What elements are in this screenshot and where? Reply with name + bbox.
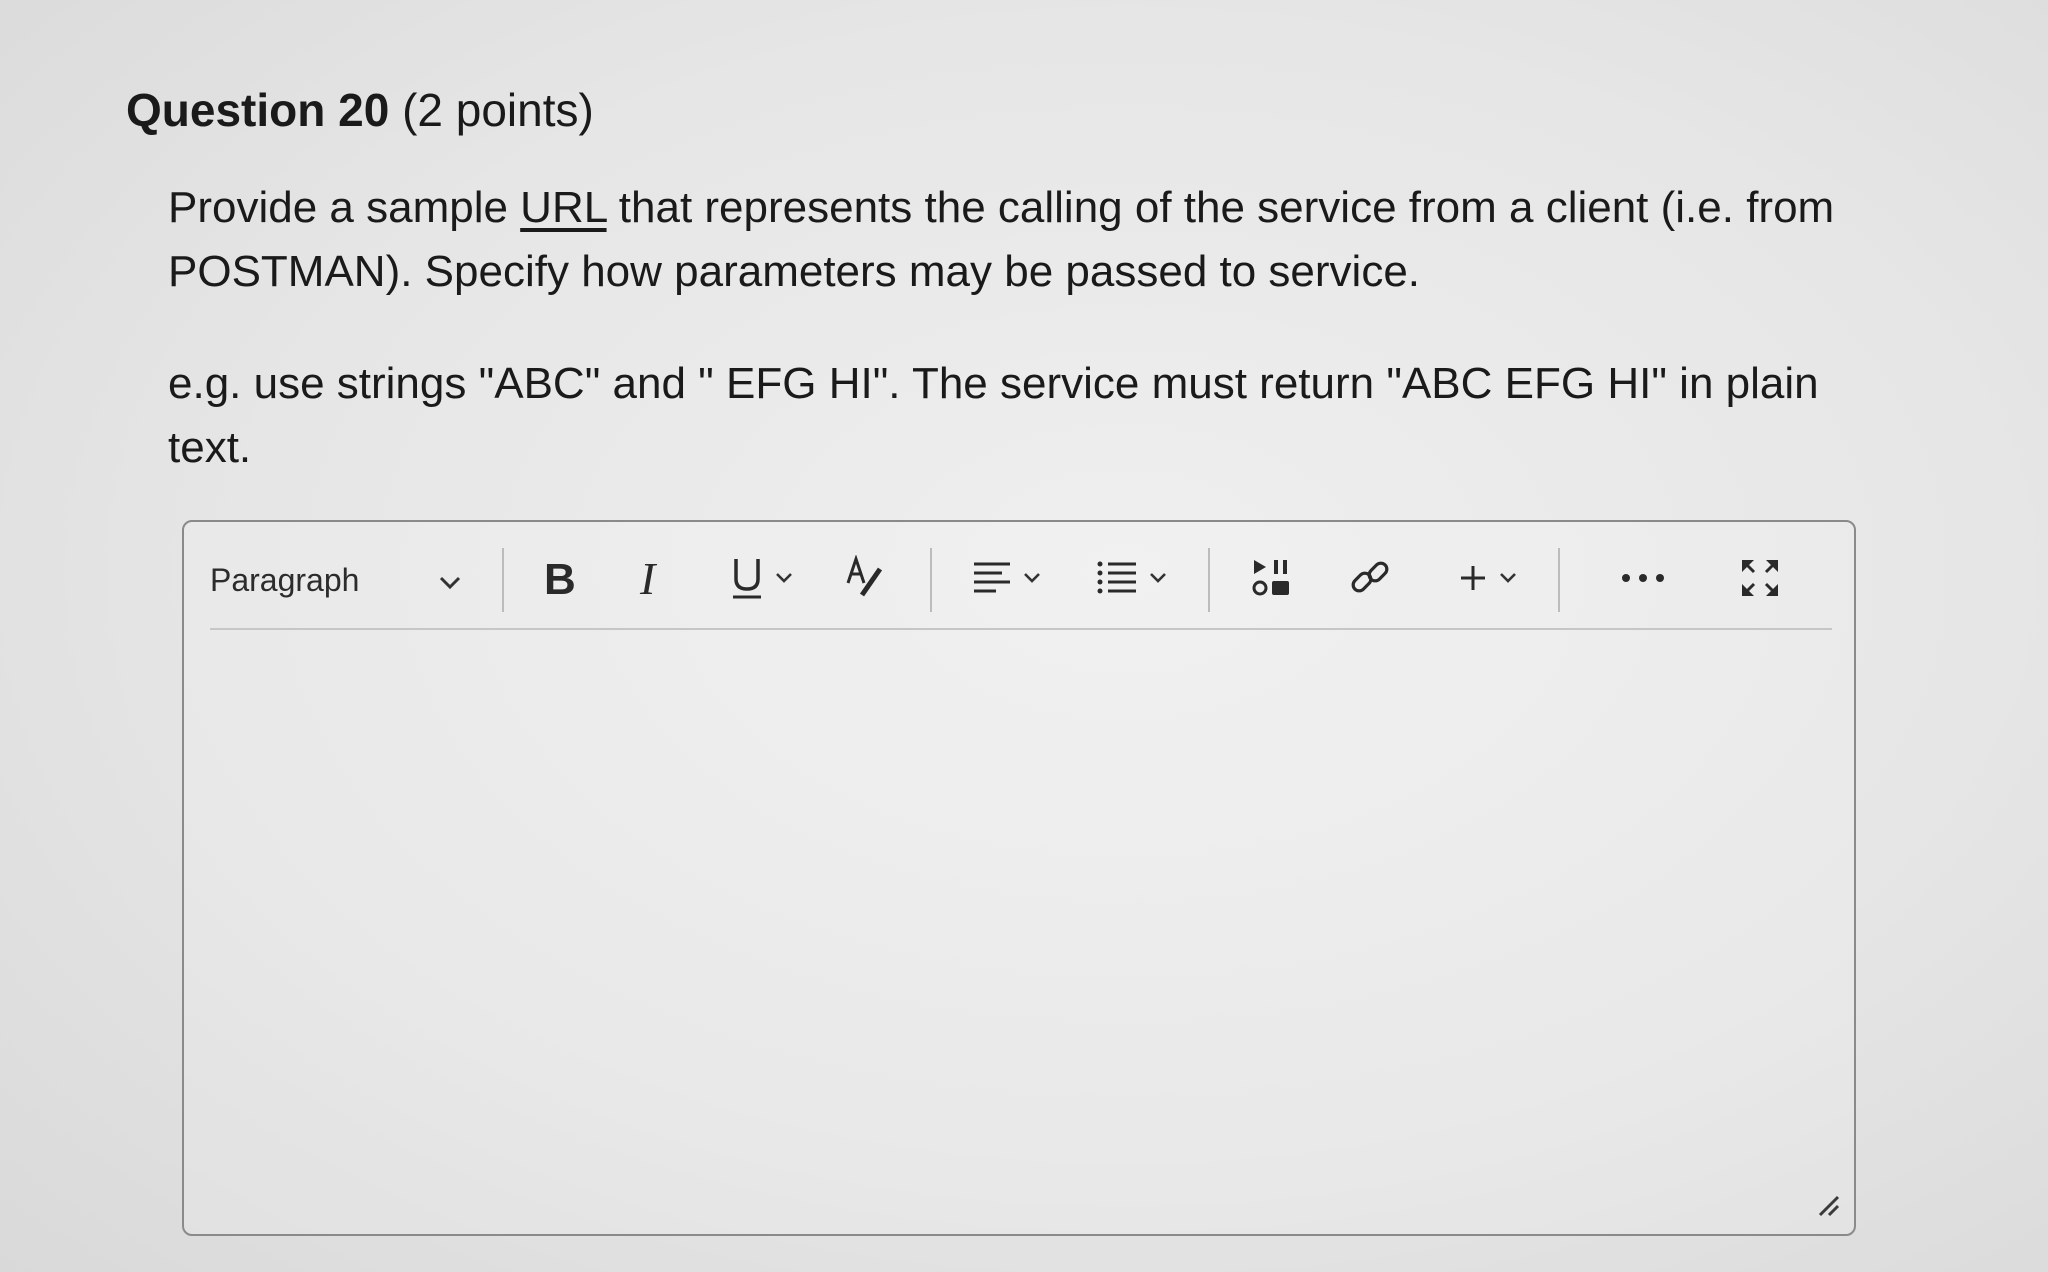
underline-button[interactable]: [730, 550, 794, 610]
list-button[interactable]: [1096, 550, 1168, 610]
insert-more-button[interactable]: [1458, 550, 1518, 610]
toolbar-divider: [930, 548, 932, 612]
align-button[interactable]: [972, 550, 1042, 610]
bold-button[interactable]: B: [540, 550, 580, 610]
question-prompt: Provide a sample URL that represents the…: [168, 176, 1908, 480]
question-points: (2 points): [389, 84, 594, 136]
rich-text-editor: Paragraph B I: [182, 520, 1856, 1236]
italic-button[interactable]: I: [634, 550, 670, 610]
link-icon: [1348, 556, 1392, 605]
chevron-down-icon: [1148, 571, 1168, 590]
chevron-down-icon: [438, 562, 462, 599]
question-number: Question 20: [126, 84, 390, 136]
prompt-paragraph-1: Provide a sample URL that represents the…: [168, 176, 1908, 304]
prompt-paragraph-2: e.g. use strings "ABC" and " EFG HI". Th…: [168, 359, 1819, 472]
editor-toolbar: Paragraph B I: [210, 532, 1832, 630]
prompt-text: Provide a sample: [168, 183, 521, 232]
url-link[interactable]: URL: [520, 183, 606, 232]
chevron-down-icon: [774, 571, 794, 590]
question-title: Question 20 (2 points): [126, 82, 1926, 138]
align-icon: [972, 558, 1012, 603]
svg-text:B: B: [544, 556, 576, 600]
media-icon: [1250, 556, 1294, 605]
insert-link-button[interactable]: [1348, 550, 1392, 610]
more-icon: [1620, 571, 1666, 590]
chevron-down-icon: [1498, 571, 1518, 590]
format-select[interactable]: Paragraph: [210, 550, 476, 610]
text-color-icon: [842, 553, 886, 606]
bold-icon: B: [540, 555, 580, 605]
svg-text:I: I: [639, 556, 658, 600]
underline-icon: [730, 555, 764, 606]
text-color-button[interactable]: [842, 550, 886, 610]
toolbar-divider: [1558, 548, 1560, 612]
answer-text-area[interactable]: [184, 632, 1854, 1234]
toolbar-divider: [502, 548, 504, 612]
fullscreen-button[interactable]: [1738, 550, 1782, 610]
plus-icon: [1458, 563, 1488, 598]
format-select-label: Paragraph: [210, 561, 360, 598]
fullscreen-icon: [1738, 556, 1782, 605]
more-options-button[interactable]: [1620, 550, 1666, 610]
list-icon: [1096, 558, 1138, 603]
resize-grip-icon[interactable]: [1812, 1189, 1842, 1224]
question-block: Question 20 (2 points) Provide a sample …: [126, 82, 1926, 472]
italic-icon: I: [634, 553, 670, 605]
toolbar-divider: [1208, 548, 1210, 612]
insert-media-button[interactable]: [1250, 550, 1294, 610]
chevron-down-icon: [1022, 571, 1042, 590]
